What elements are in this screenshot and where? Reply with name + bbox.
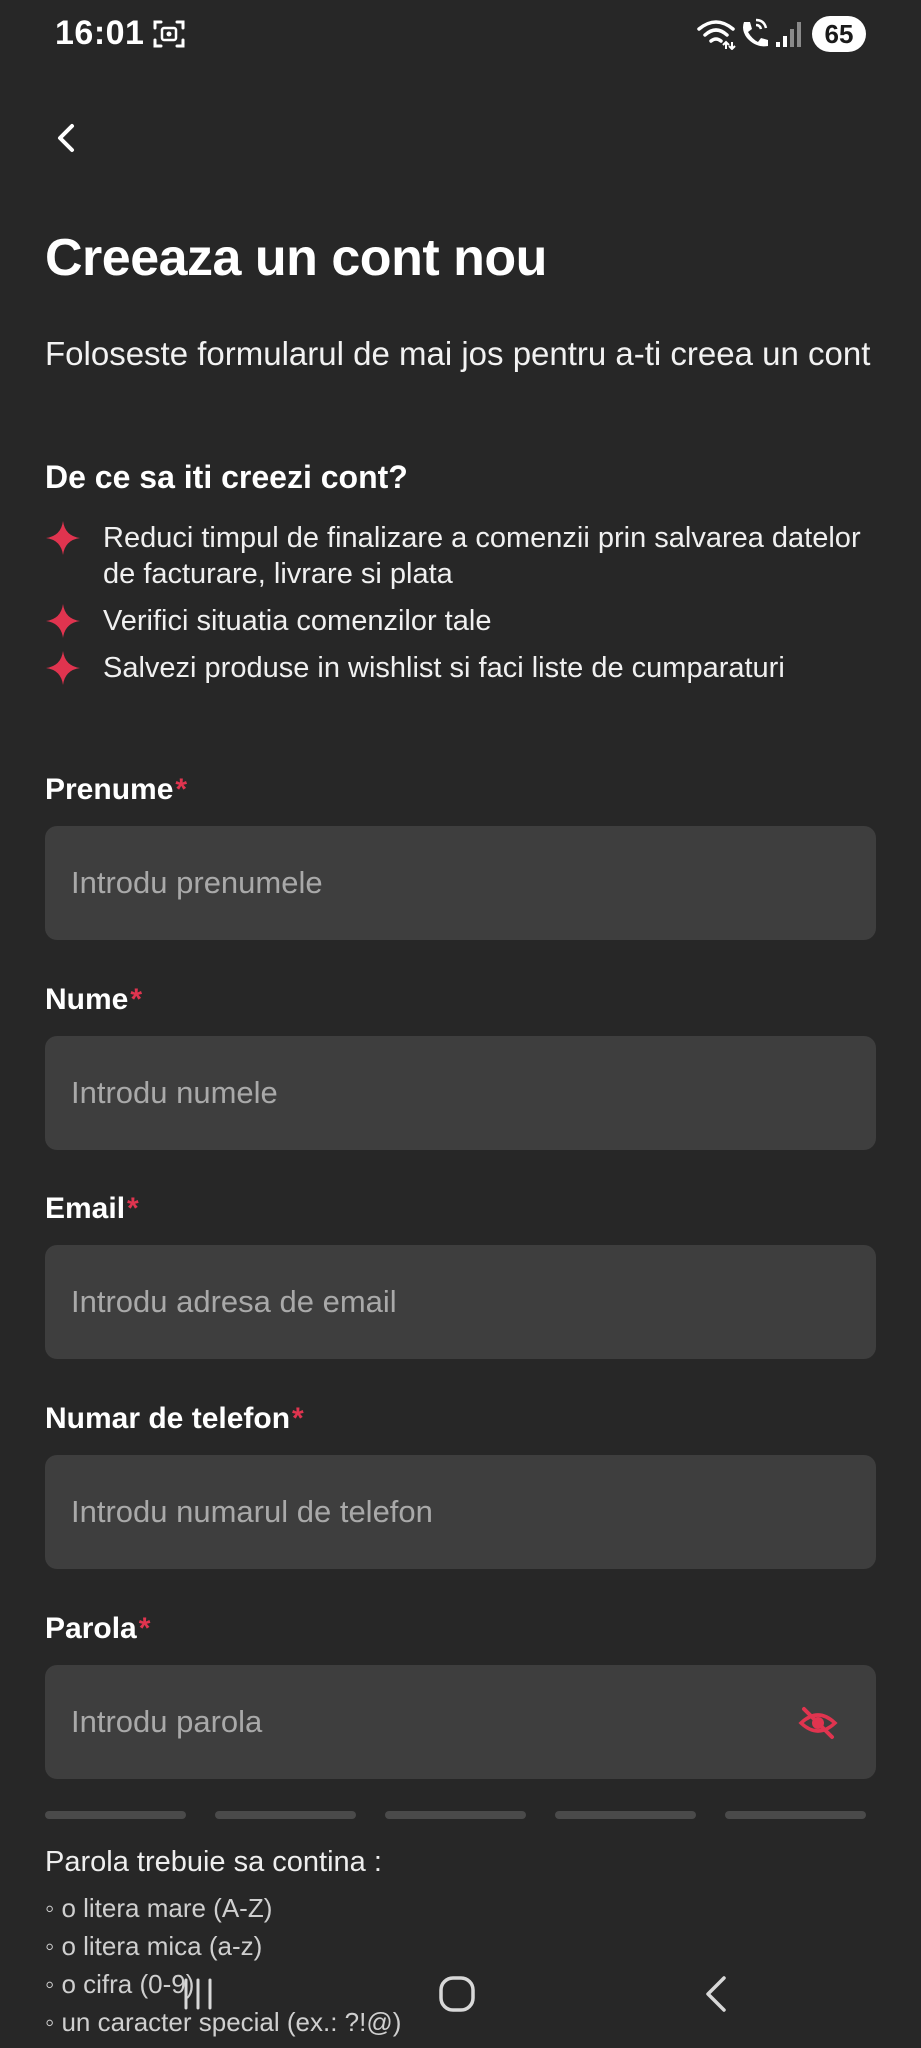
create-account-screen: 16:01 65 Creeaza un cont nou Foloseste f… [0,0,921,2048]
password-rules-heading: Parola trebuie sa contina : [45,1846,382,1878]
required-marker: * [127,1192,139,1225]
required-marker: * [138,1612,151,1645]
phone-label-text: Numar de telefon [45,1402,291,1435]
required-marker: * [175,773,188,806]
benefit-item: Verifici situatia comenzilor tale [45,603,895,639]
password-strength-segment [555,1811,696,1819]
benefit-text: Reduci timpul de finalizare a comenzii p… [103,522,861,590]
back-button[interactable] [44,116,88,160]
password-rule-item: ◦ o litera mica (a-z) [45,1931,263,1961]
password-label-text: Parola [45,1612,137,1645]
email-input[interactable] [45,1245,876,1359]
password-strength-segment [215,1811,356,1819]
required-marker: * [130,983,143,1016]
system-navigation-bar [0,1960,921,2048]
sparkle-icon [46,604,80,638]
email-label: Email* [45,1192,139,1226]
phone-label: Numar de telefon* [45,1402,304,1436]
screen-capture-icon [153,20,185,48]
password-strength-segment [385,1811,526,1819]
required-marker: * [292,1402,304,1435]
wifi-call-icon [743,18,768,47]
signal-icon [776,22,801,47]
status-bar: 16:01 65 [0,0,921,70]
eye-off-icon[interactable] [798,1703,838,1743]
chevron-left-icon [58,124,74,152]
first-name-label: Prenume* [45,773,187,807]
sparkle-icon [46,651,80,685]
last-name-input[interactable] [45,1036,876,1150]
home-icon[interactable] [437,1972,477,2016]
first-name-input[interactable] [45,826,876,940]
system-back-icon[interactable] [696,1972,736,2016]
benefit-item: Salvezi produse in wishlist si faci list… [45,650,895,686]
benefit-item: Reduci timpul de finalizare a comenzii p… [45,520,895,592]
last-name-label: Nume* [45,983,142,1017]
last-name-label-text: Nume [45,983,129,1016]
wifi-icon [697,20,736,50]
email-label-text: Email [45,1192,126,1225]
password-input[interactable] [45,1665,876,1779]
benefit-text: Verifici situatia comenzilor tale [103,605,492,637]
password-label: Parola* [45,1612,150,1646]
recent-apps-icon[interactable] [178,1972,218,2016]
sparkle-icon [46,521,80,555]
benefit-text: Salvezi produse in wishlist si faci list… [103,652,785,684]
page-subtitle: Foloseste formularul de mai jos pentru a… [45,335,871,372]
battery-indicator: 65 [812,16,866,52]
password-rule-item: ◦ o litera mare (A-Z) [45,1893,273,1923]
page-title: Creeaza un cont nou [45,229,547,287]
benefits-heading: De ce sa iti creezi cont? [45,459,408,495]
status-time: 16:01 [55,14,145,52]
password-strength-segment [725,1811,866,1819]
first-name-label-text: Prenume [45,773,174,806]
phone-input[interactable] [45,1455,876,1569]
benefits-list: Reduci timpul de finalizare a comenzii p… [45,520,895,697]
password-strength-segment [45,1811,186,1819]
